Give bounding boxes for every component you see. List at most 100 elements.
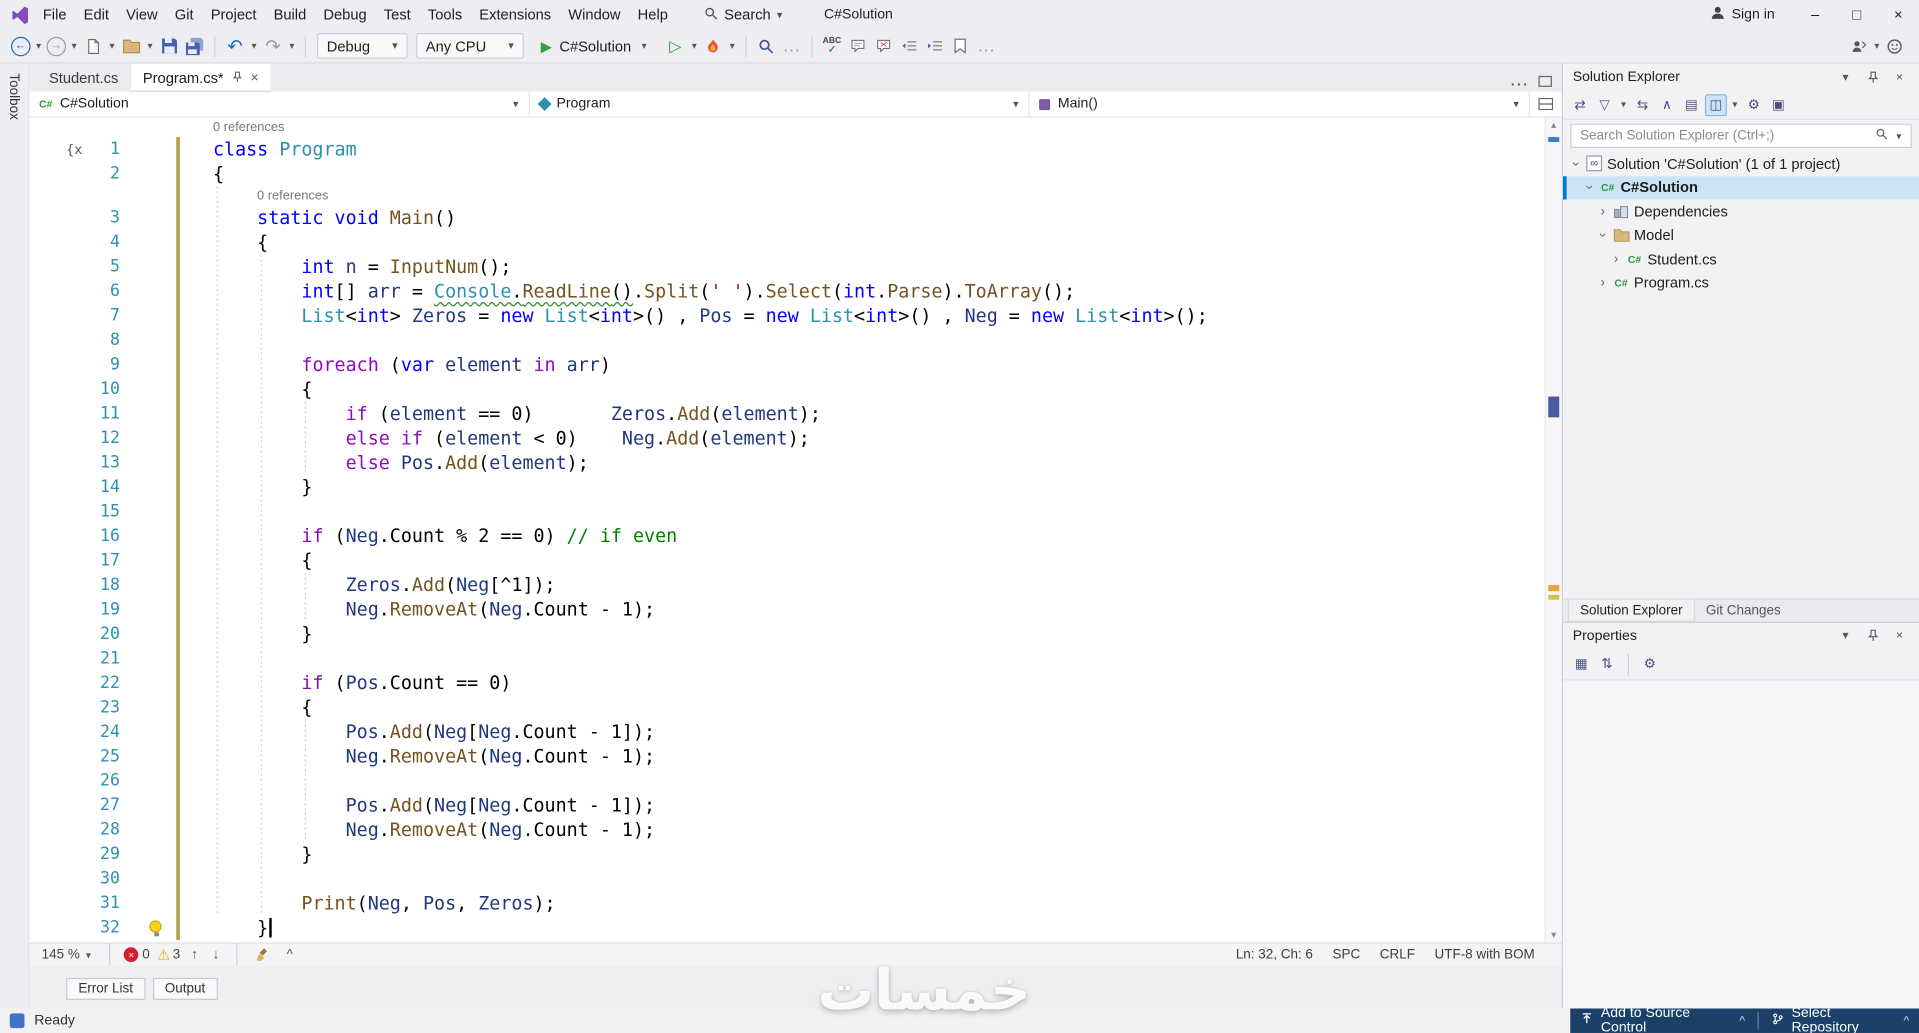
menu-item-help[interactable]: Help [629,0,676,29]
code-line[interactable]: 2{ [29,162,1544,186]
navigate-forward-dropdown-icon[interactable]: ▾ [69,40,80,51]
toolbox-tab[interactable]: Toolbox [6,64,21,119]
glyph-margin[interactable] [29,597,78,621]
tab-overflow-icon[interactable]: … [1509,70,1529,92]
background-tasks-icon[interactable] [9,1013,25,1029]
code-editor[interactable]: 0 references {x 1 class Program 2{0 referenc… [29,117,1562,943]
code-line[interactable]: 17 { [29,548,1544,572]
undo-icon[interactable]: ↶ [223,32,247,59]
code-line[interactable]: 18 Zeros.Add(Neg[^1]); [29,573,1544,597]
code-line[interactable]: 30 [29,867,1544,891]
code-line[interactable]: 27 Pos.Add(Neg[Neg.Count - 1]); [29,793,1544,817]
navigate-back-dropdown-icon[interactable]: ▾ [33,40,44,51]
code-line[interactable]: 16 if (Neg.Count % 2 == 0) // if even [29,524,1544,548]
save-all-icon[interactable] [182,32,206,59]
uncomment-icon[interactable] [871,32,895,59]
menu-item-tools[interactable]: Tools [419,0,470,29]
panel-tab-git-changes[interactable]: Git Changes [1695,600,1792,622]
code-line[interactable]: 11 if (element == 0) Zeros.Add(element); [29,401,1544,425]
code-line[interactable]: 23 { [29,695,1544,719]
hot-reload-icon[interactable] [701,32,725,59]
open-file-icon[interactable] [119,32,143,59]
navigate-back-icon[interactable]: ← [11,36,31,56]
close-icon[interactable]: × [1890,629,1910,642]
new-file-icon[interactable] [81,32,105,59]
alphabetical-icon[interactable]: ⇅ [1596,653,1618,675]
code-line[interactable]: 20 } [29,622,1544,646]
glyph-margin[interactable] [29,769,78,793]
glyph-margin[interactable] [29,352,78,376]
debug-target-dropdown[interactable]: Debug ▾ [316,33,408,59]
tree-item-program-cs[interactable]: › C# Program.cs [1563,271,1919,295]
glyph-margin[interactable] [29,524,78,548]
code-line[interactable]: 12 else if (element < 0) Neg.Add(element… [29,426,1544,450]
code-line[interactable]: 3 static void Main() [29,206,1544,230]
indent-increase-icon[interactable] [923,32,947,59]
glyph-margin[interactable] [29,328,78,352]
menu-item-extensions[interactable]: Extensions [471,0,560,29]
code-line[interactable]: 9 foreach (var element in arr) [29,352,1544,376]
menu-item-project[interactable]: Project [202,0,265,29]
switch-views-icon[interactable]: ⇄ [1569,94,1591,116]
search-options-icon[interactable]: ▾ [1893,130,1904,141]
glyph-margin[interactable] [29,475,78,499]
code-line[interactable]: 5 int n = InputNum(); [29,255,1544,279]
menu-item-test[interactable]: Test [375,0,419,29]
glyph-margin[interactable] [29,915,78,939]
minimize-button[interactable]: – [1794,0,1836,29]
show-all-files-icon[interactable]: ▤ [1680,94,1702,116]
search-icon[interactable] [1875,125,1888,147]
next-issue-icon[interactable]: ↓ [209,947,223,962]
solution-explorer-header[interactable]: Solution Explorer ▾ × [1563,64,1919,91]
code-line[interactable]: 28 Neg.RemoveAt(Neg.Count - 1); [29,818,1544,842]
property-pages-icon[interactable]: ⚙ [1639,653,1661,675]
glyph-margin[interactable] [29,548,78,572]
glyph-margin[interactable] [29,401,78,425]
solution-explorer-search[interactable]: ▾ [1570,123,1912,149]
platform-dropdown[interactable]: Any CPU ▾ [416,33,524,59]
collapse-all-icon[interactable]: ∧ [1656,94,1678,116]
tree-item-model[interactable]: › Model [1563,223,1919,247]
chevron-right-icon[interactable]: › [1608,252,1624,267]
glyph-margin[interactable] [29,426,78,450]
toolbar-overflow-icon[interactable]: … [779,32,803,59]
float-window-icon[interactable] [1538,75,1552,87]
codelens-references[interactable]: 0 references [184,186,328,206]
sign-in-button[interactable]: Sign in [1710,5,1775,25]
indentation-indicator[interactable]: SPC [1333,947,1361,962]
properties-header[interactable]: Properties ▾ × [1562,621,1919,649]
code-line[interactable]: 26 [29,769,1544,793]
menu-item-file[interactable]: File [34,0,75,29]
chevron-down-icon[interactable]: ▾ [1836,70,1856,83]
panel-tab-error-list[interactable]: Error List [66,977,146,1000]
filter-dropdown-icon[interactable]: ▾ [1618,99,1629,110]
glyph-margin[interactable] [29,255,78,279]
zoom-dropdown[interactable]: 145 % ▾ [37,947,96,962]
previous-issue-icon[interactable]: ↑ [188,947,202,962]
menu-search[interactable]: Search ▾ [694,0,793,29]
panel-tab-output[interactable]: Output [152,977,218,1000]
cursor-position-indicator[interactable]: Ln: 32, Ch: 6 [1236,947,1313,962]
editor-scrollbar[interactable]: ▲ ▼ [1544,117,1562,943]
code-cleanup-icon[interactable] [251,941,275,968]
glyph-margin[interactable] [29,279,78,303]
select-repository-button[interactable]: Select Repository [1792,1006,1895,1033]
start-without-debugging-dropdown-icon[interactable]: ▾ [689,40,700,51]
code-line[interactable]: 14 } [29,475,1544,499]
glyph-margin[interactable] [29,230,78,254]
chevron-down-icon[interactable]: › [1595,227,1610,243]
glyph-margin[interactable] [29,573,78,597]
file-nesting-icon[interactable]: ◫ [1704,93,1727,116]
navigate-forward-icon[interactable]: → [46,36,67,56]
glyph-margin[interactable] [29,162,78,186]
start-without-debugging-icon[interactable]: ▷ [663,32,687,59]
sync-with-active-document-icon[interactable]: ⇆ [1631,94,1653,116]
code-line[interactable]: 22 if (Pos.Count == 0) [29,671,1544,695]
maximize-button[interactable]: □ [1836,0,1878,29]
code-line[interactable]: 32 } [29,915,1544,939]
chevron-right-icon[interactable]: › [1595,276,1611,291]
chevron-down-icon[interactable]: ▾ [1836,629,1856,642]
glyph-margin[interactable] [29,304,78,328]
tree-item-c-solution[interactable]: › C# C#Solution [1562,175,1919,200]
member-dropdown[interactable]: Main() ▾ [1030,91,1530,117]
